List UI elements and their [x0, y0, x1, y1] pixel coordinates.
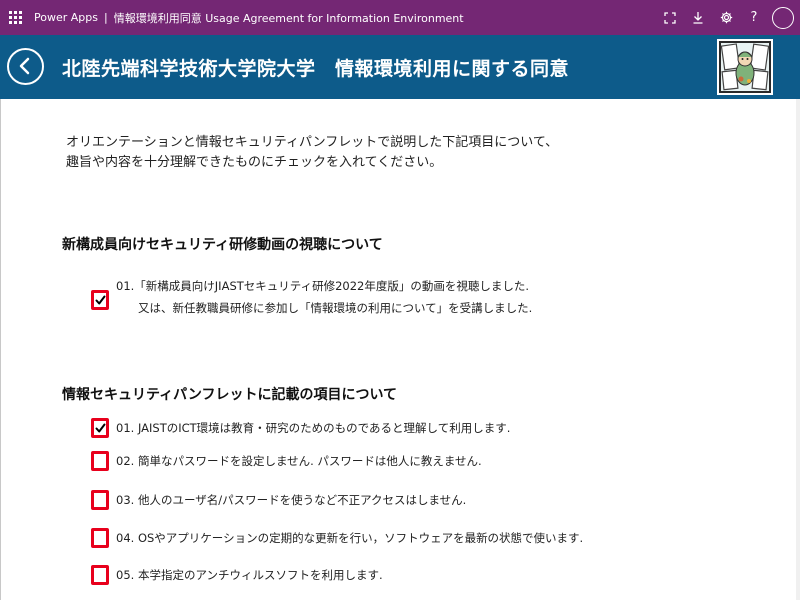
title-separator: | [103, 11, 108, 24]
section-title-training-video: 新構成員向けセキュリティ研修動画の視聴について [62, 237, 383, 253]
checkbox-pamphlet-02[interactable] [91, 451, 109, 471]
pamphlet-item-02-text: 02. 簡単なパスワードを設定しません. パスワードは他人に教えません. [116, 454, 482, 468]
pamphlet-item-01-text: 01. JAISTのICT環境は教育・研究のためのものであると理解して利用します… [116, 421, 511, 435]
app-title: Power Apps | 情報環境利用同意 Usage Agreement fo… [34, 10, 464, 26]
checkbox-pamphlet-01[interactable] [91, 418, 109, 438]
checkmark-icon [95, 295, 105, 304]
video-item-01-line-1: 01.「新構成員向けJIASTセキュリティ研修2022年度版」の動画を視聴しまし… [116, 279, 529, 293]
left-border [0, 99, 1, 600]
pamphlet-item-05-text: 05. 本学指定のアンチウィルスソフトを利用します. [116, 568, 383, 582]
waffle-icon[interactable] [0, 0, 30, 35]
help-icon[interactable]: ? [740, 0, 768, 35]
checkbox-pamphlet-05[interactable] [91, 565, 109, 585]
form-content [0, 99, 800, 600]
checkmark-icon [95, 423, 105, 432]
page-header: 北陸先端科学技術大学院大学 情報環境利用に関する同意 [0, 35, 800, 99]
checkbox-video-01[interactable] [91, 290, 109, 310]
chevron-left-icon [19, 57, 30, 75]
app-name: Power Apps [34, 11, 98, 24]
settings-icon[interactable] [712, 0, 740, 35]
video-item-01-text: 01.「新構成員向けJIASTセキュリティ研修2022年度版」の動画を視聴しまし… [116, 276, 532, 318]
pamphlet-item-04-text: 04. OSやアプリケーションの定期的な更新を行い，ソフトウェアを最新の状態で使… [116, 531, 584, 545]
intro-line-2: 趣旨や内容を十分理解できたものにチェックを入れてください。 [66, 155, 443, 170]
fit-to-screen-icon[interactable] [656, 0, 684, 35]
avatar-icon[interactable] [772, 6, 794, 29]
back-button[interactable] [7, 48, 44, 85]
help-label: ? [750, 10, 758, 25]
app-top-bar: Power Apps | 情報環境利用同意 Usage Agreement fo… [0, 0, 800, 35]
checkbox-pamphlet-03[interactable] [91, 490, 109, 510]
intro-line-1: オリエンテーションと情報セキュリティパンフレットで説明した下記項目について、 [66, 135, 559, 150]
page-title: 北陸先端科学技術大学院大学 情報環境利用に関する同意 [62, 58, 570, 80]
download-icon[interactable] [684, 0, 712, 35]
video-item-01-line-2: 又は、新任教職員研修に参加し「情報環境の利用について」を受講しました. [138, 301, 533, 315]
section-title-pamphlet: 情報セキュリティパンフレットに記載の項目について [62, 387, 398, 403]
scrollbar[interactable] [796, 99, 800, 600]
checkbox-pamphlet-04[interactable] [91, 528, 109, 548]
app-document-title: 情報環境利用同意 Usage Agreement for Information… [113, 11, 464, 25]
topbar-actions: ? [656, 0, 800, 35]
mascot-logo-icon [717, 39, 773, 95]
intro-text: オリエンテーションと情報セキュリティパンフレットで説明した下記項目について、 趣… [66, 133, 558, 173]
pamphlet-item-03-text: 03. 他人のユーザ名/パスワードを使うなど不正アクセスはしません. [116, 493, 467, 507]
